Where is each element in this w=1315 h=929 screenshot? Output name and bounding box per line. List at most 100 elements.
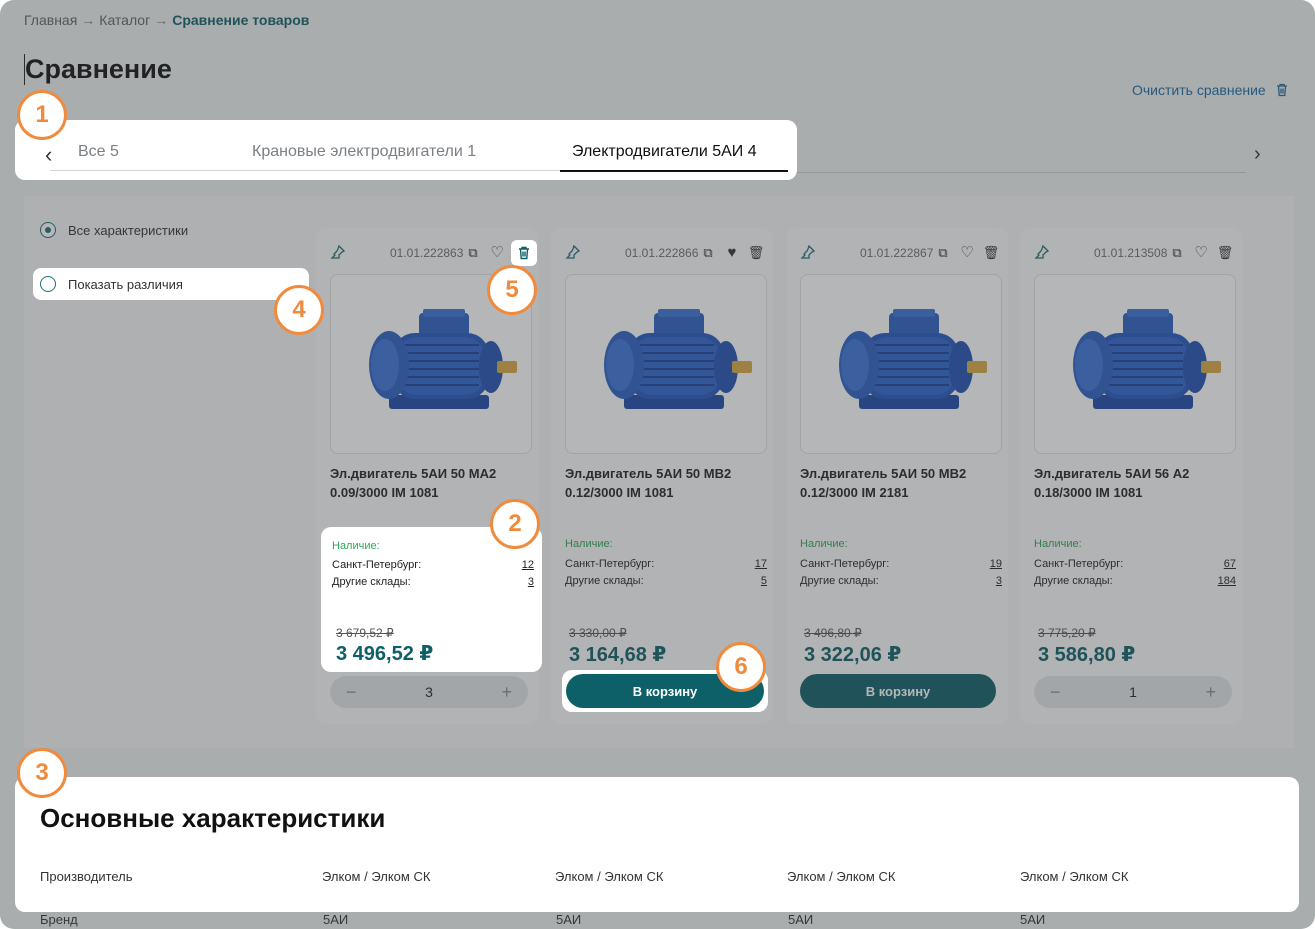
stock-other-label: Другие склады: xyxy=(1034,575,1113,587)
breadcrumb-separator: → xyxy=(154,12,169,28)
step-badge: 6 xyxy=(716,642,766,692)
spec-value: 5АИ xyxy=(1020,912,1046,927)
price: 3 322,06 ₽ xyxy=(804,644,902,666)
spec-value: 5АИ xyxy=(323,912,349,927)
app-frame: Главная → Каталог → Сравнение товаров Сравне… xyxy=(0,0,1315,929)
heart-icon[interactable]: ♥ xyxy=(723,244,741,262)
chevron-left-icon[interactable]: ‹ xyxy=(45,142,52,168)
pin-icon[interactable] xyxy=(330,244,346,260)
product-image[interactable] xyxy=(1034,274,1236,454)
page-title: Сравнение xyxy=(24,54,172,85)
stock-spb-value[interactable]: 19 xyxy=(990,558,1002,570)
delete-highlight xyxy=(511,240,537,266)
product-sku: 01.01.222863 xyxy=(390,246,464,260)
product-name[interactable]: Эл.двигатель 5АИ 50 МВ2 0.12/3000 IM 218… xyxy=(800,464,1000,502)
spec-value: Элком / Элком СК xyxy=(555,869,664,884)
stock-spb: Санкт-Петербург: 67 xyxy=(1034,558,1236,570)
radio-icon xyxy=(40,276,56,292)
minus-icon[interactable]: − xyxy=(346,682,357,703)
copy-icon[interactable]: ⧉ xyxy=(1168,244,1186,262)
pin-icon[interactable] xyxy=(1034,244,1050,260)
product-name[interactable]: Эл.двигатель 5АИ 56 А2 0.18/3000 IM 1081 xyxy=(1034,464,1234,502)
filter-all-characteristics[interactable]: Все характеристики xyxy=(40,222,188,238)
card-toolbar: 01.01.222863 ⧉ ♡ 🗑 xyxy=(330,244,530,264)
step-badge: 3 xyxy=(17,748,67,798)
filter-all-label: Все характеристики xyxy=(68,222,189,238)
stock-spb: Санкт-Петербург: 12 xyxy=(332,559,534,571)
plus-icon[interactable]: + xyxy=(501,682,512,703)
breadcrumb-catalog[interactable]: Каталог xyxy=(99,12,150,28)
copy-icon[interactable]: ⧉ xyxy=(464,244,482,262)
quantity-value[interactable]: 1 xyxy=(1129,684,1137,700)
stock-spb-label: Санкт-Петербург: xyxy=(565,558,655,570)
spec-value: 5АИ xyxy=(788,912,814,927)
plus-icon[interactable]: + xyxy=(1205,682,1216,703)
minus-icon[interactable]: − xyxy=(1050,682,1061,703)
stock-spb-label: Санкт-Петербург: xyxy=(800,558,890,570)
copy-icon[interactable]: ⧉ xyxy=(699,244,717,262)
spec-value: Элком / Элком СК xyxy=(787,869,896,884)
tab-5ai-motors[interactable]: Электродвигатели 5АИ 4 xyxy=(572,143,757,161)
trash-icon[interactable]: 🗑 xyxy=(747,244,765,262)
trash-icon[interactable] xyxy=(516,245,532,261)
heart-icon[interactable]: ♡ xyxy=(488,244,506,262)
availability-label: Наличие: xyxy=(800,538,848,550)
trash-icon[interactable]: 🗑 xyxy=(1216,244,1234,262)
tabs-highlight: ‹ Все 5 Крановые электродвигатели 1 Элек… xyxy=(15,120,797,180)
stock-other-value[interactable]: 5 xyxy=(761,575,767,587)
quantity-stepper[interactable]: − 1 + xyxy=(1034,676,1232,708)
old-price: 3 679,52 ₽ xyxy=(336,626,394,640)
old-price: 3 496,80 ₽ xyxy=(804,626,862,640)
step-badge: 1 xyxy=(17,90,67,140)
quantity-value[interactable]: 3 xyxy=(425,684,433,700)
stock-other-label: Другие склады: xyxy=(800,575,879,587)
breadcrumb-separator: → xyxy=(81,12,96,28)
trash-icon[interactable]: 🗑 xyxy=(982,244,1000,262)
stock-spb: Санкт-Петербург: 17 xyxy=(565,558,767,570)
step-badge: 2 xyxy=(490,499,540,549)
step-badge: 4 xyxy=(274,285,324,335)
card-toolbar: 01.01.222866 ⧉ ♥ 🗑 xyxy=(565,244,765,264)
availability-label: Наличие: xyxy=(1034,538,1082,550)
stock-other-value[interactable]: 3 xyxy=(528,576,534,588)
clear-compare-link[interactable]: Очистить сравнение xyxy=(1132,82,1290,98)
step-badge: 5 xyxy=(487,265,537,315)
filter-diff-highlight: Показать различия xyxy=(33,268,309,300)
quantity-stepper[interactable]: − 3 + xyxy=(330,676,528,708)
product-card: 01.01.213508 ⧉ ♡ 🗑 Эл.двигатель 5АИ 56 А… xyxy=(1020,228,1242,724)
stock-spb-value[interactable]: 17 xyxy=(755,558,767,570)
stock-other-label: Другие склады: xyxy=(332,576,411,588)
product-sku: 01.01.222866 xyxy=(625,246,699,260)
copy-icon[interactable]: ⧉ xyxy=(934,244,952,262)
tab-crane-motors[interactable]: Крановые электродвигатели 1 xyxy=(252,143,476,161)
heart-icon[interactable]: ♡ xyxy=(1192,244,1210,262)
pin-icon[interactable] xyxy=(800,244,816,260)
spec-value: 5АИ xyxy=(556,912,582,927)
stock-other: Другие склады: 184 xyxy=(1034,575,1236,587)
old-price: 3 775,20 ₽ xyxy=(1038,626,1096,640)
product-image[interactable] xyxy=(800,274,1002,454)
pin-icon[interactable] xyxy=(565,244,581,260)
chevron-right-icon[interactable]: › xyxy=(1254,143,1261,166)
product-name[interactable]: Эл.двигатель 5АИ 50 МА2 0.09/3000 IM 108… xyxy=(330,464,530,502)
stock-spb-value[interactable]: 12 xyxy=(522,559,534,571)
filter-show-differences[interactable]: Показать различия xyxy=(40,276,183,292)
breadcrumb-home[interactable]: Главная xyxy=(24,12,77,28)
stock-other: Другие склады: 3 xyxy=(800,575,1002,587)
tab-all[interactable]: Все 5 xyxy=(78,143,119,161)
stock-other: Другие склады: 5 xyxy=(565,575,767,587)
active-tab-indicator xyxy=(560,170,788,172)
stock-spb-value[interactable]: 67 xyxy=(1224,558,1236,570)
breadcrumb-current: Сравнение товаров xyxy=(172,12,310,28)
add-to-cart-button[interactable]: В корзину xyxy=(800,674,996,708)
clear-compare-label: Очистить сравнение xyxy=(1132,82,1266,98)
radio-icon xyxy=(40,222,56,238)
product-name[interactable]: Эл.двигатель 5АИ 50 МВ2 0.12/3000 IM 108… xyxy=(565,464,765,502)
filter-diff-label: Показать различия xyxy=(68,276,183,292)
product-image[interactable] xyxy=(565,274,767,454)
old-price: 3 330,00 ₽ xyxy=(569,626,627,640)
stock-other-value[interactable]: 3 xyxy=(996,575,1002,587)
stock-spb-label: Санкт-Петербург: xyxy=(332,559,422,571)
stock-other-value[interactable]: 184 xyxy=(1218,575,1236,587)
heart-icon[interactable]: ♡ xyxy=(958,244,976,262)
